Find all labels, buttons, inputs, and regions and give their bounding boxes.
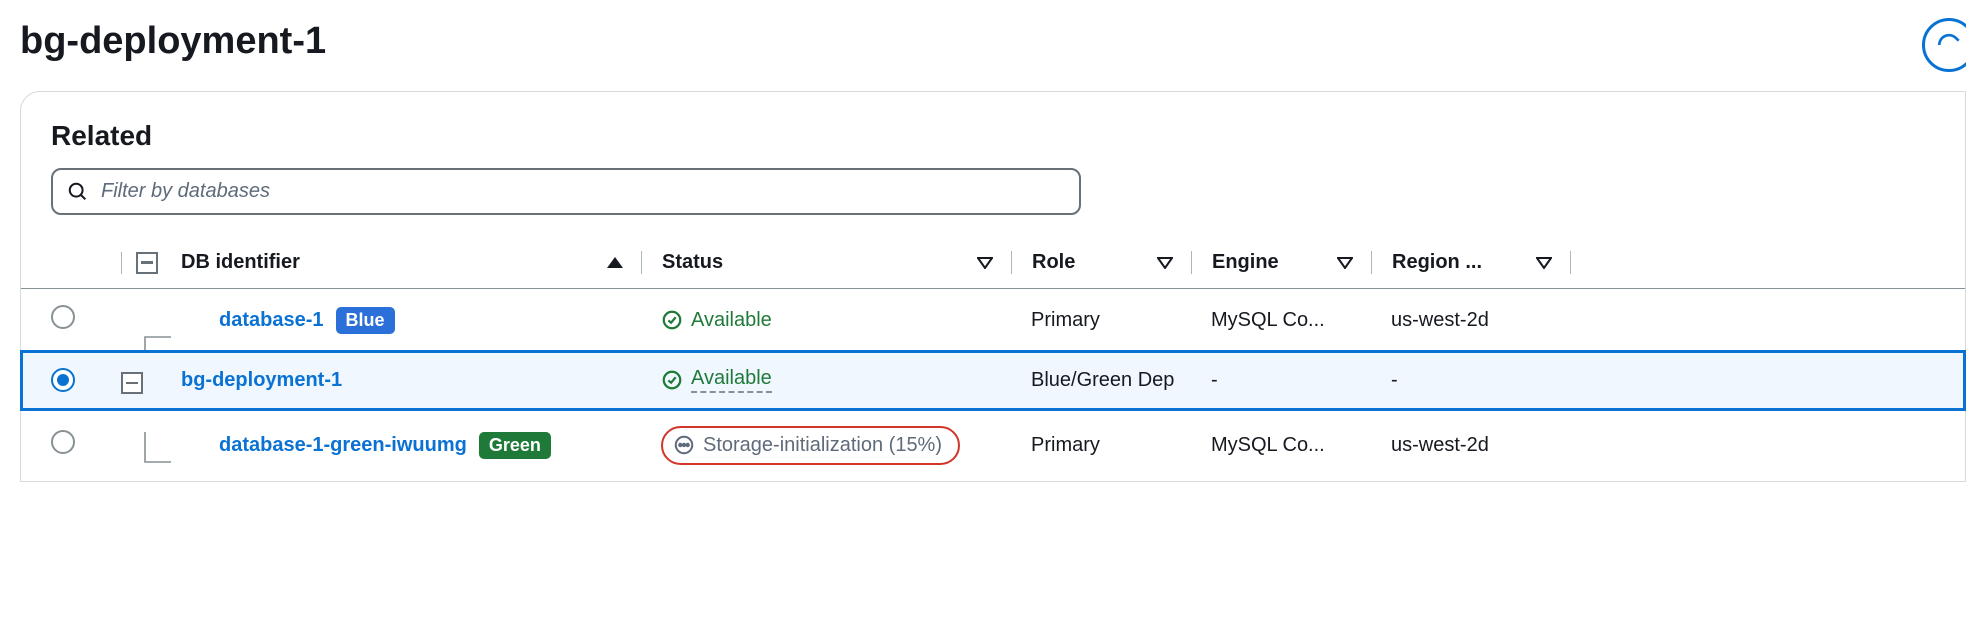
row-radio[interactable] — [51, 305, 75, 329]
column-header-id[interactable]: DB identifier — [181, 251, 597, 274]
role-text: Primary — [1031, 434, 1100, 456]
page-title: bg-deployment-1 — [20, 20, 1966, 63]
check-circle-icon — [661, 309, 683, 331]
table-header: DB identifier Status Role Engine Region … — [21, 241, 1965, 289]
db-identifier-link[interactable]: bg-deployment-1 — [181, 369, 342, 392]
table-row[interactable]: database-1 Blue Available Primary MySQL Co..… — [21, 289, 1965, 351]
column-header-role[interactable]: Role — [1032, 251, 1075, 274]
related-panel: Related DB identifier Status Role — [20, 91, 1966, 482]
engine-text: MySQL Co... — [1191, 434, 1371, 457]
column-header-region[interactable]: Region ... — [1392, 251, 1482, 274]
sort-icon[interactable] — [977, 257, 993, 269]
column-header-status[interactable]: Status — [662, 251, 723, 274]
table-row[interactable]: database-1-green-iwuumg Green Storage-init… — [21, 410, 1965, 481]
role-text: Primary — [1031, 309, 1100, 331]
row-radio[interactable] — [51, 368, 75, 392]
status-text: Storage-initialization (15%) — [703, 434, 942, 457]
region-text: - — [1371, 369, 1571, 392]
status-text: Available — [691, 367, 772, 393]
engine-text: - — [1191, 369, 1371, 392]
refresh-icon — [1936, 32, 1962, 58]
refresh-button[interactable] — [1922, 18, 1966, 72]
collapse-all-toggle[interactable] — [136, 252, 158, 274]
collapse-toggle[interactable] — [121, 372, 143, 394]
search-icon — [67, 181, 89, 203]
check-circle-icon — [661, 369, 683, 391]
sort-icon[interactable] — [1157, 257, 1173, 269]
green-badge: Green — [479, 432, 551, 459]
column-header-engine[interactable]: Engine — [1212, 251, 1279, 274]
role-text: Blue/Green Dep — [1031, 369, 1174, 392]
filter-container[interactable] — [51, 168, 1081, 215]
table-row[interactable]: bg-deployment-1AvailableBlue/Green Dep-- — [21, 351, 1965, 410]
sort-asc-icon[interactable] — [607, 257, 623, 268]
tree-cell — [121, 367, 181, 394]
region-text: us-west-2d — [1371, 309, 1571, 332]
status-available: Available — [661, 367, 772, 393]
progress-icon — [673, 434, 695, 456]
status-available: Available — [661, 309, 772, 332]
filter-input[interactable] — [101, 180, 1065, 203]
databases-table: DB identifier Status Role Engine Region … — [21, 241, 1965, 481]
engine-text: MySQL Co... — [1191, 309, 1371, 332]
status-progress: Storage-initialization (15%) — [661, 426, 960, 465]
sort-icon[interactable] — [1337, 257, 1353, 269]
panel-title: Related — [51, 120, 1965, 152]
blue-badge: Blue — [336, 307, 395, 334]
db-identifier-link[interactable]: database-1-green-iwuumg — [219, 434, 467, 457]
row-radio[interactable] — [51, 430, 75, 454]
sort-icon[interactable] — [1536, 257, 1552, 269]
status-text: Available — [691, 309, 772, 332]
region-text: us-west-2d — [1371, 434, 1571, 457]
db-identifier-link[interactable]: database-1 — [219, 309, 324, 332]
